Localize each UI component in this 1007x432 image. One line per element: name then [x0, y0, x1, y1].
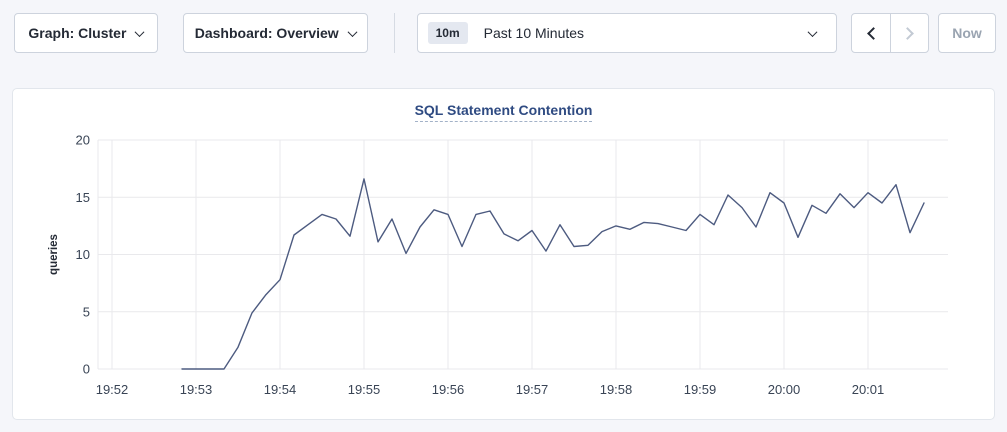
y-tick-label: 20 [76, 133, 90, 148]
x-tick-label: 19:53 [180, 382, 213, 397]
x-tick-label: 20:01 [852, 382, 885, 397]
series-line-queries [182, 179, 924, 369]
time-range-badge: 10m [428, 22, 468, 44]
contention-line-chart: 0 5 10 15 20 19:52 19:53 19:54 19:55 19:56 19:57 19… [13, 89, 996, 421]
chevron-down-icon [135, 27, 145, 37]
chevron-down-icon [808, 27, 818, 37]
toolbar-divider [394, 13, 395, 53]
y-tick-label: 10 [76, 247, 90, 262]
y-tick-label: 5 [83, 304, 90, 319]
dashboard-dropdown-label: Dashboard: Overview [195, 25, 339, 41]
y-tick-label: 0 [83, 362, 90, 377]
y-axis-label: queries [48, 234, 60, 275]
y-tick-label: 15 [76, 190, 90, 205]
graph-dropdown-label: Graph: Cluster [28, 25, 126, 41]
x-tick-label: 19:54 [264, 382, 297, 397]
x-tick-label: 19:57 [516, 382, 549, 397]
toolbar: Graph: Cluster Dashboard: Overview 10m P… [0, 0, 1007, 53]
dashboard-dropdown[interactable]: Dashboard: Overview [183, 13, 368, 53]
prev-time-button[interactable] [852, 14, 890, 52]
time-range-selector[interactable]: 10m Past 10 Minutes [417, 13, 838, 53]
x-tick-label: 19:59 [684, 382, 717, 397]
chevron-left-icon [867, 27, 880, 40]
x-tick-label: 19:56 [432, 382, 465, 397]
time-nav-arrows [851, 13, 929, 53]
x-tick-label: 20:00 [768, 382, 801, 397]
x-tick-label: 19:58 [600, 382, 633, 397]
graph-dropdown[interactable]: Graph: Cluster [14, 13, 158, 53]
time-range-label: Past 10 Minutes [484, 25, 584, 41]
x-tick-label: 19:55 [348, 382, 381, 397]
now-button[interactable]: Now [938, 13, 996, 53]
sql-statement-contention-card: SQL Statement Contention 0510152019:5219… [12, 88, 995, 420]
next-time-button[interactable] [890, 14, 928, 52]
x-tick-label: 19:52 [96, 382, 129, 397]
chevron-right-icon [901, 27, 914, 40]
chevron-down-icon [347, 27, 357, 37]
